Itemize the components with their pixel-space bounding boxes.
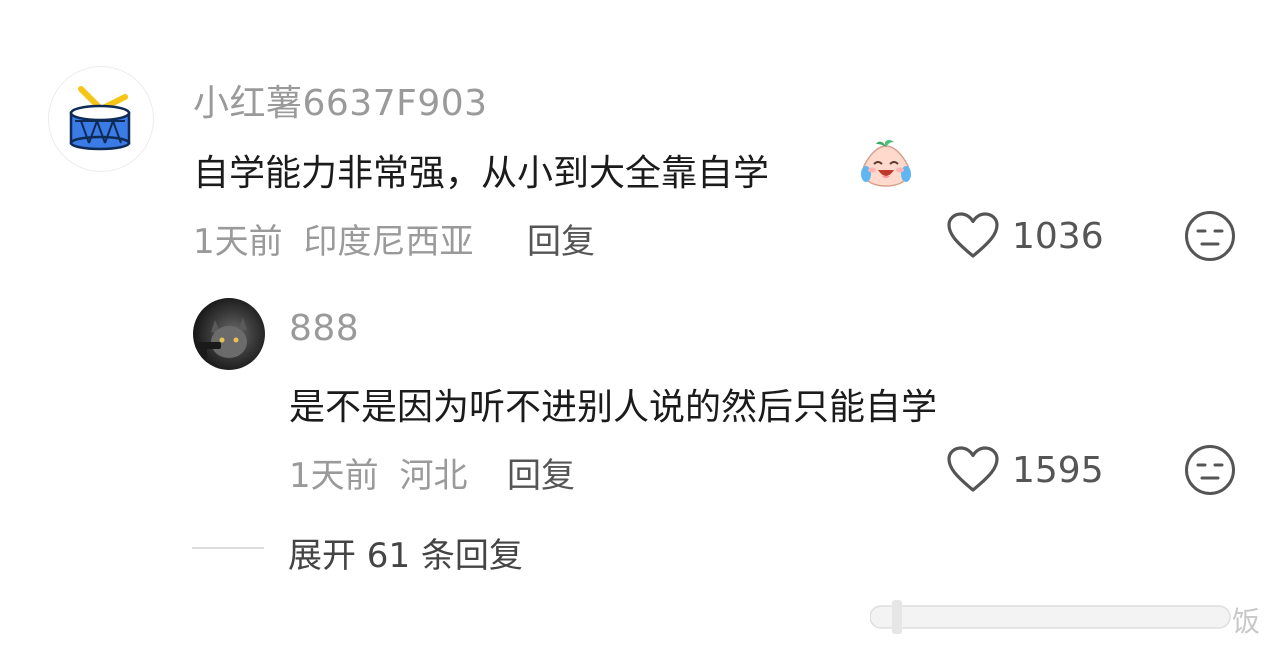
comment-location: 印度尼西亚 <box>303 222 474 262</box>
comment-time: 1天前 <box>193 222 283 262</box>
reply-text: 是不是因为听不进别人说的然后只能自学 <box>289 387 938 428</box>
reply-time: 1天前 <box>289 456 379 496</box>
reply-like-count: 1595 <box>1012 450 1104 491</box>
drum-icon <box>69 86 131 151</box>
commenter-username[interactable]: 小红薯6637F903 <box>193 74 488 126</box>
expand-divider <box>192 547 264 549</box>
comment-text: 自学能力非常强，从小到大全靠自学 <box>193 144 769 196</box>
reply-location: 河北 <box>399 456 468 496</box>
reply-dislike-button[interactable] <box>1184 444 1236 500</box>
commenter-avatar[interactable] <box>48 66 154 172</box>
reply-meta: 1天前 河北 <box>289 448 467 497</box>
comment-reply-button[interactable]: 回复 <box>527 214 595 263</box>
watermark <box>869 598 1270 638</box>
comment-meta: 1天前 印度尼西亚 <box>193 214 473 263</box>
watermark-text: 饭 <box>1232 605 1261 638</box>
crying-laughing-peach-emoji-icon <box>856 136 916 194</box>
reply-username[interactable]: 888 <box>289 308 359 349</box>
meh-face-icon <box>1185 445 1235 495</box>
heart-icon <box>947 212 999 258</box>
heart-icon <box>947 446 999 492</box>
comment-dislike-button[interactable] <box>1184 210 1236 266</box>
reply-reply-button[interactable]: 回复 <box>507 448 575 497</box>
expand-replies-button[interactable]: 展开 61 条回复 <box>288 528 523 577</box>
reply-avatar[interactable] <box>193 298 265 370</box>
comment-like-count: 1036 <box>1012 216 1104 257</box>
meh-face-icon <box>1185 211 1235 261</box>
cat-avatar <box>195 318 247 358</box>
reply-like-button[interactable] <box>946 446 1000 498</box>
comment-text-body: 自学能力非常强，从小到大全靠自学 <box>193 153 770 194</box>
comment-like-button[interactable] <box>946 212 1000 264</box>
